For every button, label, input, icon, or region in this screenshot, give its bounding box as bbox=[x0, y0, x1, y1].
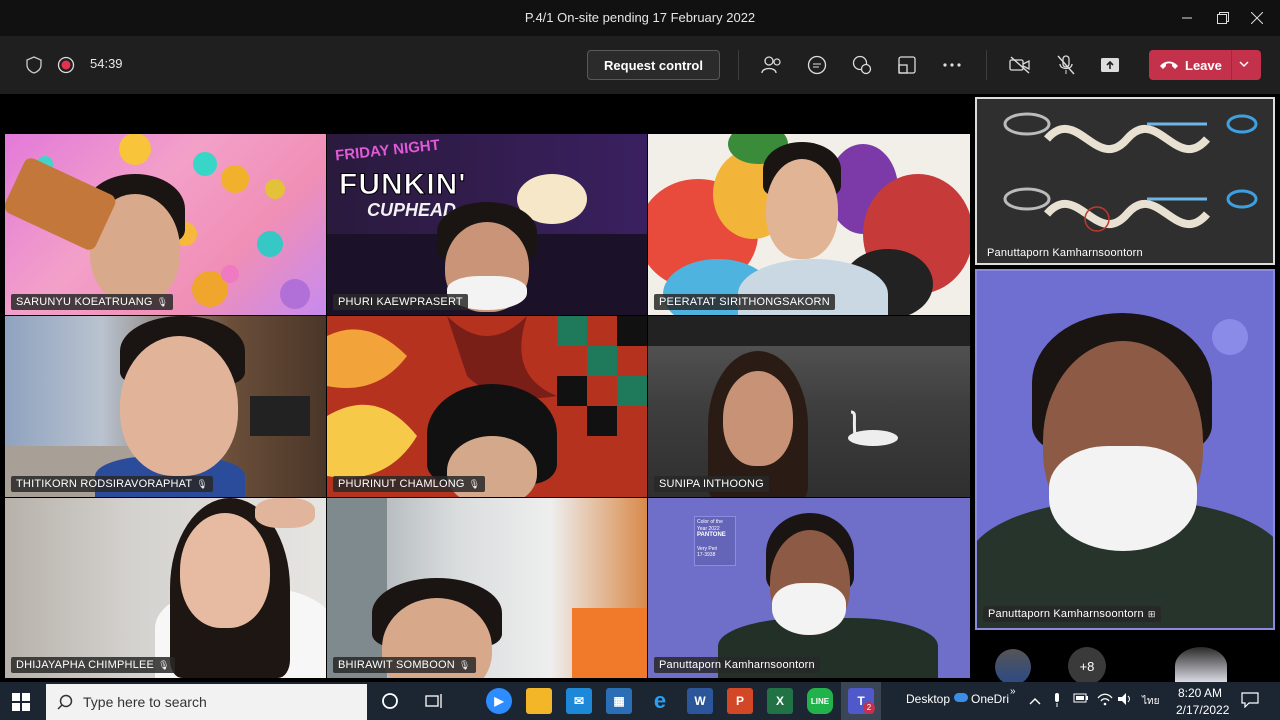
phone-hangup-icon bbox=[1160, 61, 1178, 69]
participant-avatar[interactable] bbox=[995, 649, 1031, 685]
window-title: P.4/1 On-site pending 17 February 2022 bbox=[524, 10, 756, 25]
notifications-icon[interactable] bbox=[1241, 692, 1259, 711]
edge-icon[interactable]: e bbox=[647, 688, 673, 714]
file-explorer-icon[interactable] bbox=[526, 688, 552, 714]
shared-screen-tile[interactable]: Panuttaporn Kamharnsoontorn bbox=[975, 97, 1275, 265]
taskbar: Type here to search ▶ ✉ ▦ e W P X LINE T… bbox=[0, 682, 1280, 720]
toolbar-more-icon[interactable]: » bbox=[1010, 686, 1016, 697]
camera-off-icon[interactable] bbox=[1008, 53, 1032, 77]
toolbar-divider bbox=[986, 50, 987, 80]
breakout-rooms-icon[interactable] bbox=[895, 53, 919, 77]
minimize-icon bbox=[1182, 17, 1192, 19]
mic-icon: 🎙 bbox=[158, 660, 170, 670]
mic-icon: 🎙 bbox=[196, 479, 208, 489]
onedrive-icon[interactable] bbox=[954, 693, 968, 702]
language-indicator[interactable]: ไทย bbox=[1142, 694, 1159, 709]
participant-video-tile[interactable]: SARUNYU KOEATRUANG 🎙 bbox=[5, 134, 326, 315]
chevron-down-icon bbox=[1239, 61, 1249, 68]
participant-video-tile[interactable]: SUNIPA INTHOONG bbox=[648, 316, 970, 497]
battery-icon[interactable] bbox=[1073, 692, 1089, 707]
reactions-icon[interactable] bbox=[850, 53, 874, 77]
leave-button[interactable]: Leave bbox=[1149, 50, 1261, 80]
clock-time[interactable]: 8:20 AM bbox=[1178, 686, 1222, 700]
participant-name: PEERATAT SIRITHONGSAKORN bbox=[654, 294, 835, 310]
participant-video-tile[interactable]: PEERATAT SIRITHONGSAKORN bbox=[648, 134, 970, 315]
presenter-name: Panuttaporn Kamharnsoontorn bbox=[987, 247, 1143, 259]
toolbar-divider bbox=[738, 50, 739, 80]
teams-badge: 2 bbox=[863, 702, 875, 714]
meeting-stage: SARUNYU KOEATRUANG 🎙 FRIDAY NIGHT FUNKIN'… bbox=[0, 94, 1280, 685]
microphone-icon[interactable] bbox=[1052, 692, 1062, 711]
word-icon[interactable]: W bbox=[687, 688, 713, 714]
participant-name: DHIJAYAPHA CHIMPHLEE 🎙 bbox=[11, 657, 175, 673]
participant-video-tile[interactable]: FRIDAY NIGHT FUNKIN' CUPHEAD PHURI KAEWP… bbox=[327, 134, 647, 315]
participant-video-tile[interactable]: Color of the Year 2022 PANTONE Very Peri 17… bbox=[648, 498, 970, 678]
overflow-participants[interactable]: +8 bbox=[1068, 647, 1106, 685]
task-view-icon[interactable] bbox=[425, 693, 445, 714]
taskbar-search[interactable]: Type here to search bbox=[46, 684, 367, 720]
close-button[interactable] bbox=[1234, 0, 1280, 36]
participant-video-tile[interactable]: BHIRAWIT SOMBOON 🎙 bbox=[327, 498, 647, 678]
meeting-toolbar: 54:39 Request control Leave bbox=[0, 36, 1280, 94]
pin-icon: ⊞ bbox=[1147, 609, 1156, 619]
participant-name: BHIRAWIT SOMBOON 🎙 bbox=[333, 657, 476, 673]
wifi-icon[interactable] bbox=[1097, 692, 1113, 709]
search-icon bbox=[57, 694, 73, 710]
title-bar: P.4/1 On-site pending 17 February 2022 bbox=[0, 0, 1280, 36]
participant-video-tile[interactable]: DHIJAYAPHA CHIMPHLEE 🎙 bbox=[5, 498, 326, 678]
mic-icon: 🎙 bbox=[156, 297, 169, 307]
swan-image bbox=[848, 410, 898, 446]
close-icon bbox=[1251, 12, 1263, 24]
chat-icon[interactable] bbox=[805, 53, 829, 77]
desktop-toolbar[interactable]: Desktop bbox=[906, 692, 950, 706]
game-banner-line2: FUNKIN' bbox=[338, 168, 467, 202]
participant-name: PHURINUT CHAMLONG 🎙 bbox=[333, 476, 486, 492]
volume-icon[interactable] bbox=[1117, 692, 1133, 709]
participant-video-tile[interactable]: THITIKORN RODSIRAVORAPHAT 🎙 bbox=[5, 316, 326, 497]
powerpoint-icon[interactable]: P bbox=[727, 688, 753, 714]
chevron-up-icon[interactable] bbox=[1029, 694, 1041, 708]
self-avatar[interactable] bbox=[1175, 647, 1227, 685]
windows-start-icon[interactable] bbox=[12, 693, 30, 716]
zoom-app-icon[interactable]: ▶ bbox=[486, 688, 512, 714]
excel-icon[interactable]: X bbox=[767, 688, 793, 714]
participant-name: PHURI KAEWPRASERT bbox=[333, 294, 468, 310]
onedrive-label[interactable]: OneDri bbox=[971, 692, 1009, 706]
spotlight-video-tile[interactable]: Panuttaporn Kamharnsoontorn ⊞ bbox=[975, 269, 1275, 630]
recording-icon bbox=[54, 53, 78, 77]
meeting-timer: 54:39 bbox=[90, 56, 123, 71]
mail-icon[interactable]: ✉ bbox=[566, 688, 592, 714]
spotlight-name: Panuttaporn Kamharnsoontorn ⊞ bbox=[983, 606, 1161, 622]
more-options-icon[interactable] bbox=[940, 53, 964, 77]
participant-name: SARUNYU KOEATRUANG 🎙 bbox=[11, 294, 174, 310]
mic-icon: 🎙 bbox=[468, 479, 481, 489]
mic-icon: 🎙 bbox=[458, 660, 471, 670]
participant-name: THITIKORN RODSIRAVORAPHAT 🎙 bbox=[11, 476, 213, 492]
participant-video-tile[interactable]: PHURINUT CHAMLONG 🎙 bbox=[327, 316, 647, 497]
share-screen-icon[interactable] bbox=[1098, 53, 1122, 77]
line-icon[interactable]: LINE bbox=[807, 688, 833, 714]
pantone-card: Color of the Year 2022 PANTONE Very Peri 17… bbox=[694, 516, 736, 566]
participant-name: Panuttaporn Kamharnsoontorn bbox=[654, 657, 820, 673]
clock-date[interactable]: 2/17/2022 bbox=[1176, 703, 1229, 717]
participant-name: SUNIPA INTHOONG bbox=[654, 476, 769, 492]
participants-icon[interactable] bbox=[760, 53, 784, 77]
shield-icon[interactable] bbox=[22, 53, 46, 77]
mic-off-icon[interactable] bbox=[1054, 53, 1078, 77]
teams-taskbar-item[interactable]: T 2 bbox=[841, 682, 881, 720]
right-panel: Panuttaporn Kamharnsoontorn Panuttaporn … bbox=[975, 97, 1275, 685]
restore-icon bbox=[1217, 12, 1229, 24]
cortana-icon[interactable] bbox=[381, 692, 399, 715]
store-icon[interactable]: ▦ bbox=[606, 688, 632, 714]
request-control-button[interactable]: Request control bbox=[587, 50, 720, 80]
